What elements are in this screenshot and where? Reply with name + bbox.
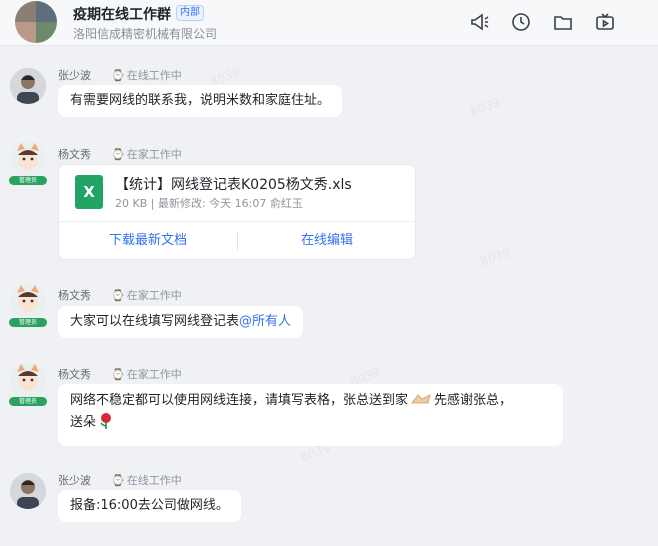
message-bubble[interactable]: 报备:16:00去公司做网线。	[58, 490, 241, 522]
sender-name: 杨文秀	[58, 368, 91, 381]
work-status: ⌚ 在家工作中	[111, 148, 182, 161]
work-status: ⌚ 在线工作中	[111, 69, 182, 82]
message-line: 送朵	[70, 412, 551, 434]
group-avatar[interactable]	[15, 1, 57, 43]
sender-name: 张少波	[58, 474, 91, 487]
avatar[interactable]	[10, 68, 46, 104]
message-bubble[interactable]: 网络不稳定都可以使用网线连接，请填写表格，张总送到家 先感谢张总， 送朵	[58, 384, 563, 446]
avatar[interactable]	[10, 283, 46, 319]
edit-online-button[interactable]: 在线编辑	[238, 222, 416, 260]
avatar[interactable]	[10, 473, 46, 509]
excel-file-icon: X	[75, 175, 103, 209]
mention-all[interactable]: @所有人	[239, 314, 291, 329]
sender-name: 张少波	[58, 69, 91, 82]
thumbs-up-icon	[410, 391, 432, 407]
message-bubble[interactable]: 有需要网线的联系我，说明米数和家庭住址。	[58, 85, 343, 117]
organization-name: 洛阳信成精密机械有限公司	[73, 27, 218, 41]
admin-badge: 管理员	[9, 397, 47, 406]
clock-icon[interactable]	[510, 11, 532, 33]
message-text: 大家可以在线填写网线登记表	[70, 314, 240, 329]
work-status: ⌚ 在线工作中	[111, 474, 182, 487]
admin-badge: 管理员	[9, 318, 47, 327]
message-line: 网络不稳定都可以使用网线连接，请填写表格，张总送到家 先感谢张总，	[70, 391, 513, 408]
file-card[interactable]: X 【统计】网线登记表K0205杨文秀.xls 20 KB | 最新修改: 今天…	[58, 164, 416, 260]
admin-badge: 管理员	[9, 176, 47, 185]
sender-name: 杨文秀	[58, 289, 91, 302]
file-actions: 下载最新文档 在线编辑	[59, 221, 415, 259]
download-latest-button[interactable]: 下载最新文档	[59, 222, 237, 260]
sender-name: 杨文秀	[58, 148, 91, 161]
work-status: ⌚ 在家工作中	[111, 289, 182, 302]
avatar[interactable]	[10, 141, 46, 177]
file-meta: 20 KB | 最新修改: 今天 16:07 俞红玉	[115, 197, 303, 210]
file-name[interactable]: 【统计】网线登记表K0205杨文秀.xls	[115, 174, 352, 194]
rose-icon	[98, 412, 114, 430]
megaphone-icon[interactable]	[469, 11, 491, 33]
group-title: 疫期在线工作群	[73, 7, 171, 23]
avatar[interactable]	[10, 362, 46, 398]
watermark: 8039	[468, 95, 503, 119]
chat-header: 疫期在线工作群 内部 洛阳信成精密机械有限公司	[0, 0, 658, 46]
message-bubble[interactable]: 大家可以在线填写网线登记表@所有人	[58, 306, 304, 338]
internal-badge: 内部	[176, 5, 204, 21]
folder-icon[interactable]	[552, 11, 574, 33]
work-status: ⌚ 在家工作中	[111, 368, 182, 381]
tv-icon[interactable]	[594, 11, 616, 33]
watermark: 8039	[478, 245, 513, 269]
